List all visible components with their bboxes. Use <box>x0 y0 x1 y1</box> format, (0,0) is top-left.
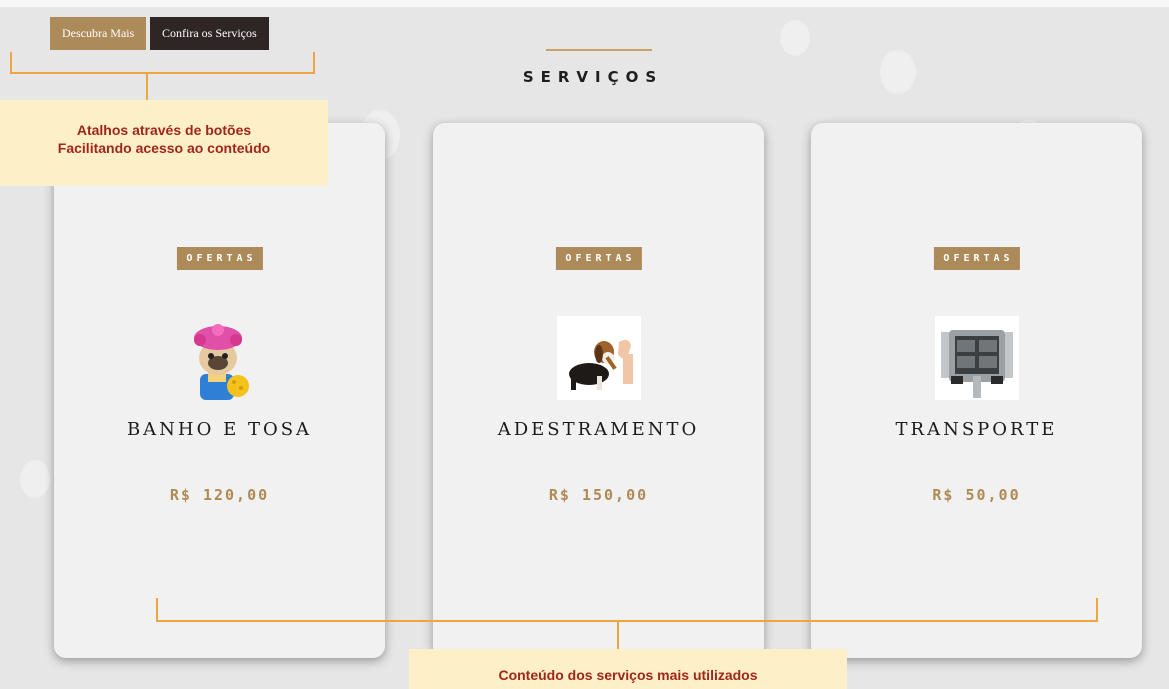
annotation-note-shortcuts: Atalhos através de botões Facilitando ac… <box>0 100 328 186</box>
annotation-text: Facilitando acesso ao conteúdo <box>57 140 271 156</box>
van-rear-open-image <box>934 316 1019 400</box>
service-name: TRANSPORTE <box>895 419 1058 440</box>
service-price: R$ 150,00 <box>548 486 649 504</box>
offer-badge: OFERTAS <box>555 247 642 270</box>
discover-more-button[interactable]: Descubra Mais <box>50 17 147 50</box>
service-name: ADESTRAMENTO <box>497 419 700 440</box>
section-title-rule <box>546 49 652 51</box>
header-strip <box>0 0 1169 7</box>
dog-shower-cap-image <box>178 316 262 400</box>
annotation-text: Atalhos através de botões <box>76 122 252 138</box>
service-price: R$ 50,00 <box>932 486 1021 504</box>
offer-badge: OFERTAS <box>176 247 263 270</box>
view-services-button[interactable]: Confira os Serviços <box>150 17 269 50</box>
section-title: SERVIÇOS <box>522 68 664 86</box>
annotation-note-services: Conteúdo dos serviços mais utilizados <box>409 649 847 689</box>
offer-badge: OFERTAS <box>933 247 1020 270</box>
service-card-banho-e-tosa[interactable]: OFERTAS BANHO E TOSA R$ 120,00 <box>54 123 385 658</box>
annotation-text: Conteúdo dos serviços mais utilizados <box>498 667 758 683</box>
dog-high-five-image <box>556 316 641 400</box>
service-name: BANHO E TOSA <box>126 419 313 440</box>
service-price: R$ 120,00 <box>169 486 270 504</box>
service-card-transporte[interactable]: OFERTAS TRANSPORTE R$ 50,00 <box>811 123 1142 658</box>
service-card-adestramento[interactable]: OFERTAS ADESTRAMENTO R$ 150,00 <box>433 123 764 658</box>
